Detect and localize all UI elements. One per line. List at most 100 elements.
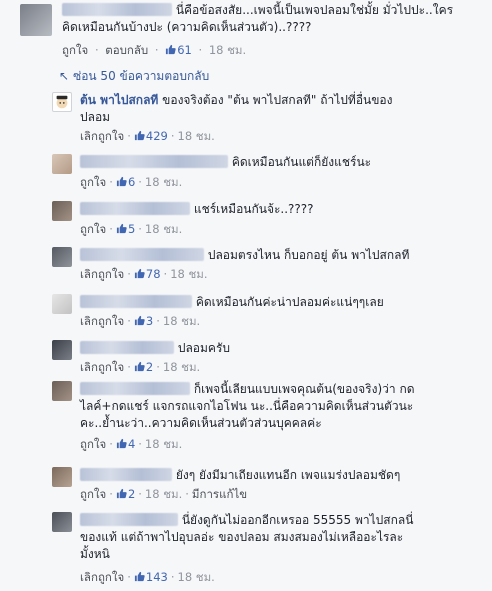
reply-text-line2: ปลอม	[80, 110, 111, 124]
collapse-arrow-icon: ↖	[59, 69, 70, 83]
like-button[interactable]: ถูกใจ	[62, 43, 88, 57]
edited-label[interactable]: มีการแก้ไข	[192, 487, 247, 501]
avatar[interactable]	[20, 4, 52, 36]
avatar[interactable]	[52, 92, 72, 112]
avatar[interactable]	[52, 512, 72, 532]
avatar[interactable]	[52, 154, 72, 174]
unlike-button[interactable]: เลิกถูกใจ	[80, 314, 124, 328]
timestamp[interactable]: 18 ชม.	[145, 175, 182, 189]
like-count[interactable]: 429	[146, 129, 168, 143]
timestamp[interactable]: 18 ชม.	[170, 267, 207, 281]
reply-actions: เลิกถูกใจ · 2 · 18 ชม.	[80, 360, 201, 374]
reply-actions: ถูกใจ · 4 · 18 ชม.	[80, 437, 183, 451]
reply-item: ต้น พาไปสกลที ของจริงต้อง "ต้น พาไปสกลที…	[0, 88, 492, 152]
thumbs-up-icon	[134, 571, 145, 582]
commenter-name-blurred[interactable]	[80, 382, 190, 395]
thumbs-up-icon	[134, 268, 145, 279]
reply-body: ปลอมครับ	[80, 340, 480, 357]
reply-actions: เลิกถูกใจ · 78 · 18 ชม.	[80, 267, 208, 281]
reply-text-line1: นี่ยังดูกันไม่ออกอีกเหรออ 55555 พาไปสกลน…	[181, 513, 414, 527]
reply-body: นี่ยังดูกันไม่ออกอีกเหรออ 55555 พาไปสกลน…	[80, 512, 480, 563]
like-count[interactable]: 143	[146, 570, 168, 584]
like-count[interactable]: 2	[128, 487, 135, 501]
reply-actions: ถูกใจ · 6 · 18 ชม.	[80, 175, 183, 189]
reply-item: ปลอมตรงไหน ก็บอกอยู่ ต้น พาไปสกลที เลิกถ…	[0, 243, 492, 287]
like-count[interactable]: 5	[128, 222, 135, 236]
commenter-name-blurred[interactable]	[80, 513, 178, 526]
reply-text-line2: ไลค์+กดแชร์ แจกรถแจกไอโฟน นะ..นี่คือความ…	[80, 399, 414, 413]
timestamp[interactable]: 18 ชม.	[163, 314, 200, 328]
reply-text: คิดเหมือนกันค่ะน่าปลอมค่ะแน่ๆๆเลย	[195, 295, 384, 309]
timestamp[interactable]: 18 ชม.	[178, 570, 215, 584]
timestamp[interactable]: 18 ชม.	[163, 360, 200, 374]
avatar[interactable]	[52, 201, 72, 221]
reply-actions: ถูกใจ · 5 · 18 ชม.	[80, 222, 183, 236]
reply-body: ก็เพจนี้เลียนแบบเพจคุณต้น(ของจริง)ว่า กด…	[80, 381, 480, 432]
commenter-name-blurred[interactable]	[80, 468, 172, 481]
thumbs-up-icon	[134, 315, 145, 326]
like-count[interactable]: 3	[146, 314, 153, 328]
unlike-button[interactable]: เลิกถูกใจ	[80, 360, 124, 374]
thumbs-up-icon	[116, 488, 127, 499]
thumbs-up-icon	[166, 44, 176, 55]
commenter-name-blurred[interactable]	[80, 202, 190, 215]
unlike-button[interactable]: เลิกถูกใจ	[80, 267, 124, 281]
like-count[interactable]: 6	[128, 175, 135, 189]
avatar[interactable]	[52, 247, 72, 267]
reply-item: แชร์เหมือนกันจ้ะ..???? ถูกใจ · 5 · 18 ชม.	[0, 197, 492, 241]
top-comment: นี่คือข้อสงสัย...เพจนี้เป็นเพจปลอมใช่มั้…	[0, 0, 492, 64]
commenter-name-blurred[interactable]	[80, 295, 192, 308]
reply-text-line3: คะ..ย้ำนะว่า..ความคิดเห็นส่วนตัวส่วนบุคค…	[80, 416, 322, 430]
reply-text-line1: ก็เพจนี้เลียนแบบเพจคุณต้น(ของจริง)ว่า กด	[193, 382, 415, 396]
reply-text: คิดเหมือนกันแต่ก็ยังแชร์นะ	[231, 155, 372, 169]
like-button[interactable]: ถูกใจ	[80, 487, 106, 501]
avatar[interactable]	[52, 340, 72, 360]
commenter-name-blurred[interactable]	[80, 155, 228, 168]
reply-item: นี่ยังดูกันไม่ออกอีกเหรออ 55555 พาไปสกลน…	[0, 508, 492, 588]
thumbs-up-icon	[134, 130, 145, 141]
avatar[interactable]	[52, 381, 72, 401]
commenter-name[interactable]: ต้น พาไปสกลที	[80, 93, 158, 107]
reply-actions: เลิกถูกใจ · 429 · 18 ชม.	[80, 129, 215, 143]
reply-text: ปลอมครับ	[177, 341, 231, 355]
comment-body: นี่คือข้อสงสัย...เพจนี้เป็นเพจปลอมใช่มั้…	[62, 2, 482, 36]
unlike-button[interactable]: เลิกถูกใจ	[80, 570, 124, 584]
commenter-name-blurred[interactable]	[80, 248, 204, 261]
reply-actions: ถูกใจ · 2 · 18 ชม. · มีการแก้ไข	[80, 487, 248, 501]
like-button[interactable]: ถูกใจ	[80, 222, 106, 236]
timestamp[interactable]: 18 ชม.	[145, 437, 182, 451]
reply-item: คิดเหมือนกันแต่ก็ยังแชร์นะ ถูกใจ · 6 · 18 ชม…	[0, 150, 492, 194]
comment-text-line1: นี่คือข้อสงสัย...เพจนี้เป็นเพจปลอมใช่มั้…	[175, 3, 454, 17]
cartoon-face-icon	[56, 95, 68, 109]
timestamp[interactable]: 18 ชม.	[145, 222, 182, 236]
timestamp[interactable]: 18 ชม.	[209, 43, 246, 57]
reply-text-line1: ของจริงต้อง "ต้น พาไปสกลที" ถ้าไปที่อื่น…	[162, 93, 393, 107]
timestamp[interactable]: 18 ชม.	[145, 487, 182, 501]
comment-text-line2: คิดเหมือนกันบ้างปะ (ความคิดเห็นส่วนตัว).…	[62, 20, 312, 34]
commenter-name-blurred[interactable]	[80, 341, 174, 354]
like-count[interactable]: 61	[177, 43, 192, 57]
reply-text: ปลอมตรงไหน ก็บอกอยู่ ต้น พาไปสกลที	[207, 248, 410, 262]
unlike-button[interactable]: เลิกถูกใจ	[80, 129, 124, 143]
reply-button[interactable]: ตอบกลับ	[105, 43, 148, 57]
timestamp[interactable]: 18 ชม.	[178, 129, 215, 143]
hide-replies-toggle[interactable]: ↖ ซ่อน 50 ข้อความตอบกลับ	[59, 68, 209, 84]
comment-actions: ถูกใจ · ตอบกลับ · 61 · 18 ชม.	[62, 43, 247, 57]
thumbs-up-icon	[116, 223, 127, 234]
like-count[interactable]: 4	[128, 437, 135, 451]
reply-text-line2: ของแท้ แต่ถ้าพาไปอุบลอ่ะ ของปลอม สมงสมอง…	[80, 530, 404, 544]
reply-body: คิดเหมือนกันแต่ก็ยังแชร์นะ	[80, 154, 480, 171]
reply-item: คิดเหมือนกันค่ะน่าปลอมค่ะแน่ๆๆเลย เลิกถู…	[0, 290, 492, 334]
thumbs-up-icon	[134, 361, 145, 372]
reply-text-line3: มั้งหนิ	[80, 547, 110, 561]
avatar[interactable]	[52, 467, 72, 487]
like-count[interactable]: 78	[146, 267, 161, 281]
commenter-name-blurred[interactable]	[62, 3, 172, 16]
reply-body: ยังๆ ยังมีมาเถียงแทนอีก เพจแมร่งปลอมชัดๆ	[80, 467, 480, 484]
like-count[interactable]: 2	[146, 360, 153, 374]
like-button[interactable]: ถูกใจ	[80, 175, 106, 189]
thumbs-up-icon	[116, 176, 127, 187]
like-button[interactable]: ถูกใจ	[80, 437, 106, 451]
avatar[interactable]	[52, 294, 72, 314]
reply-body: แชร์เหมือนกันจ้ะ..????	[80, 201, 480, 218]
